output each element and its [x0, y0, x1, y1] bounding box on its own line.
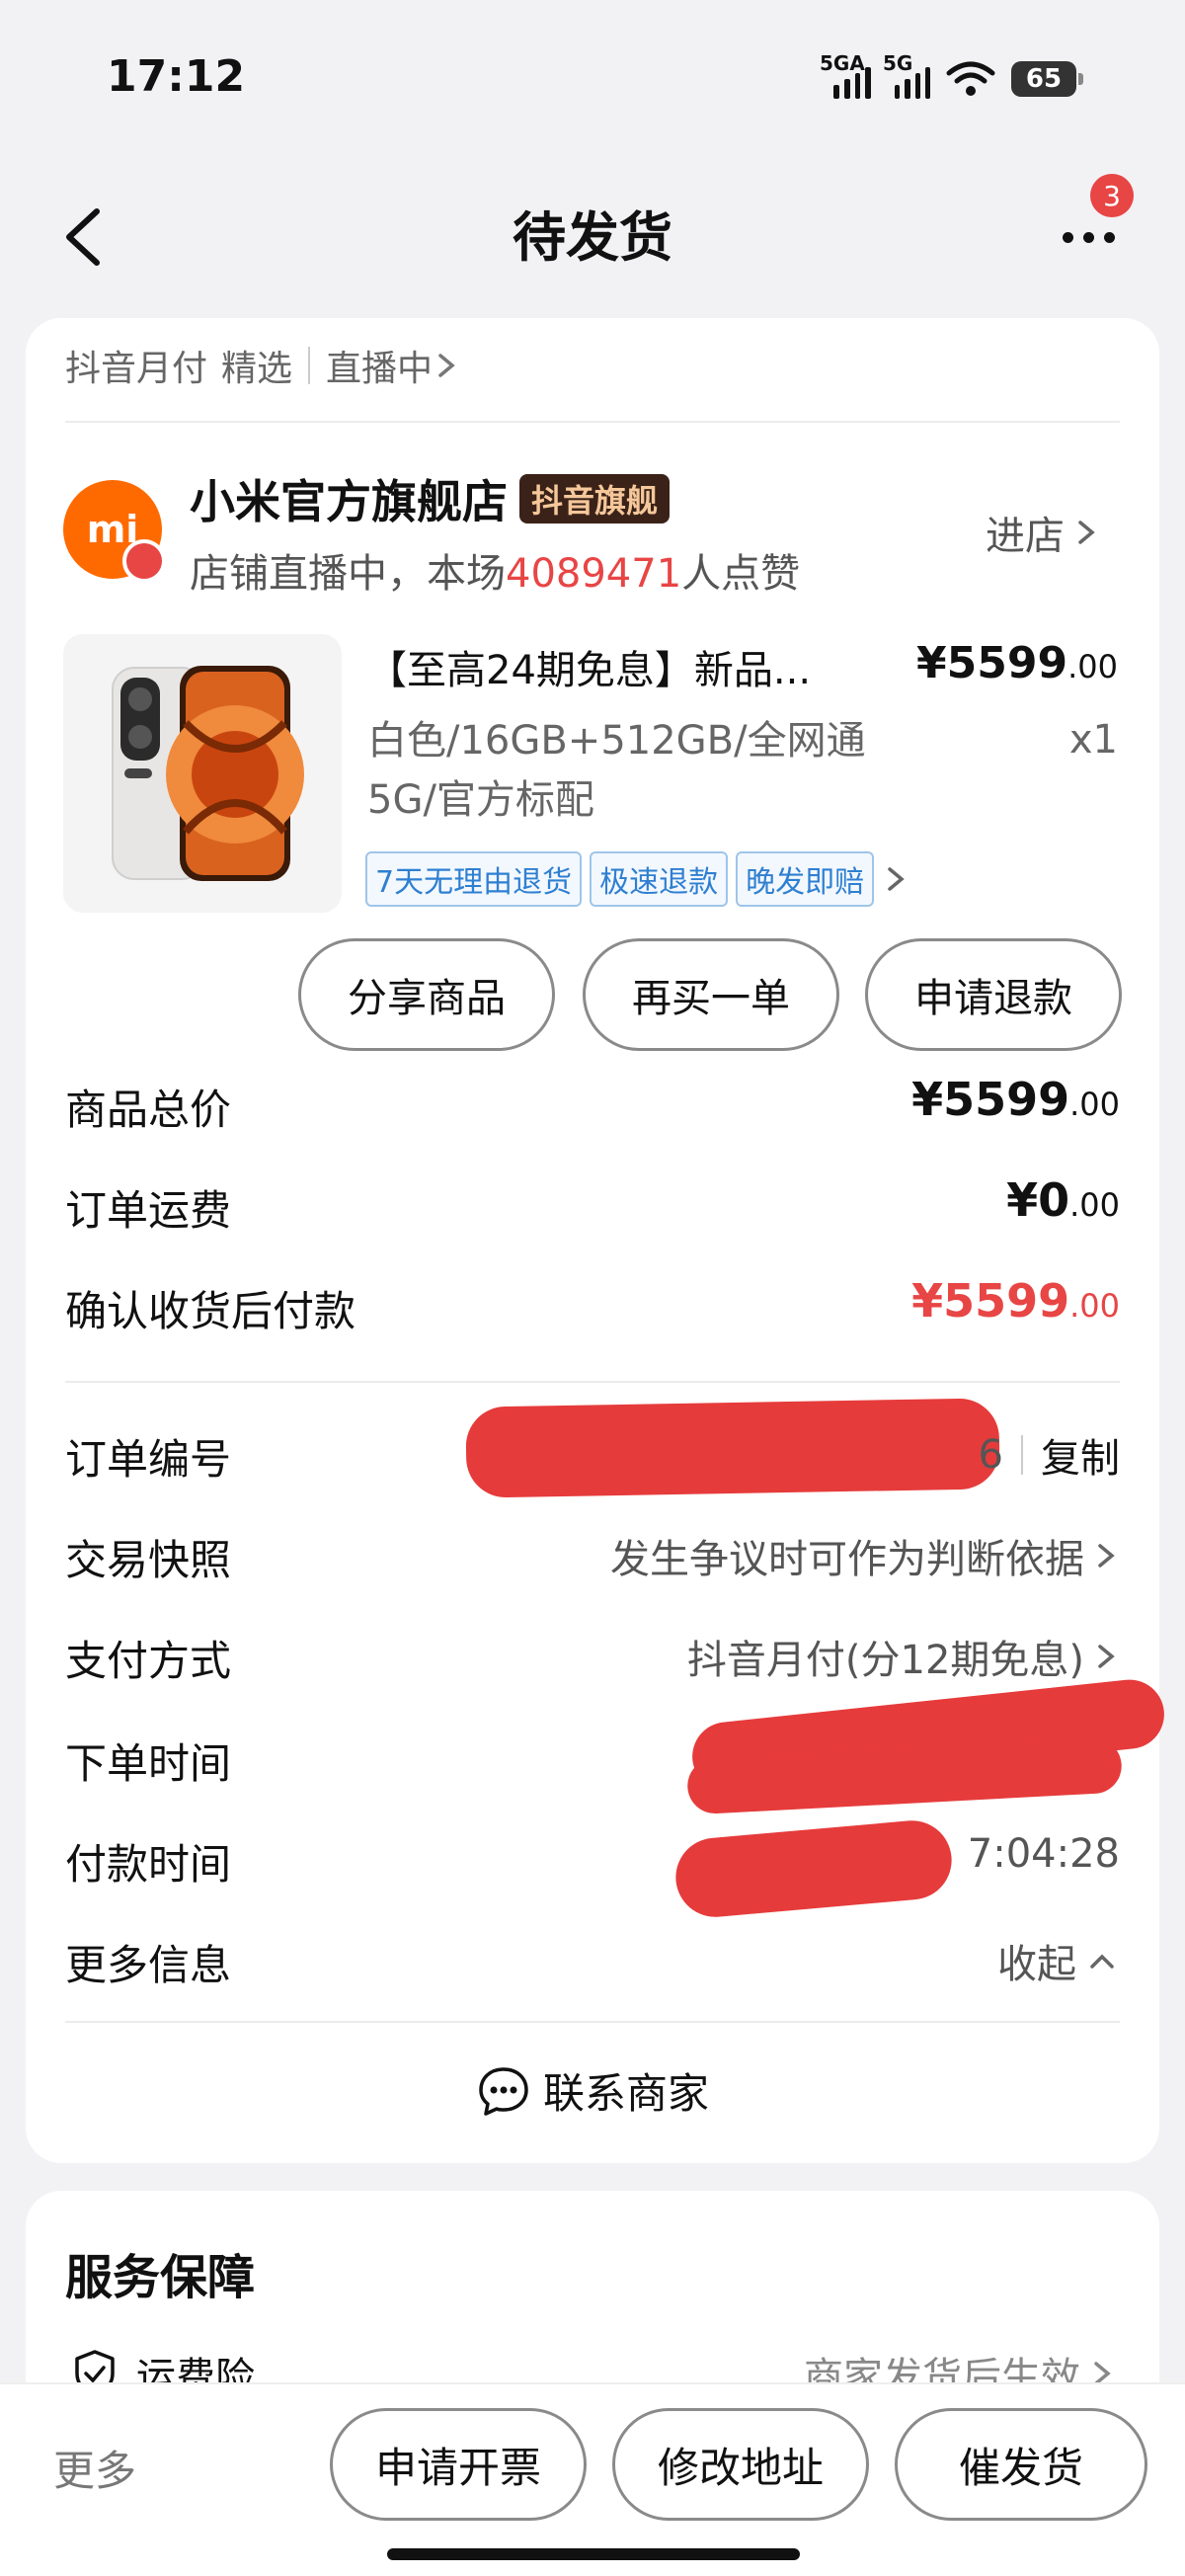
- pay-on-receipt-int: ¥5599: [911, 1274, 1070, 1328]
- service-tag: 晚发即赔: [736, 851, 875, 907]
- total-price-value: ¥5599.00: [911, 1073, 1120, 1126]
- divider: [65, 421, 1120, 423]
- store-badge: 抖音旗舰: [519, 474, 671, 523]
- divider: [1021, 1435, 1023, 1475]
- home-indicator[interactable]: [387, 2548, 800, 2560]
- product-title[interactable]: 【至高24期免息】新品...: [367, 638, 861, 695]
- payment-time-label: 付款时间: [65, 1840, 232, 1889]
- change-address-button[interactable]: 修改地址: [612, 2408, 869, 2521]
- signal-5g-icon: 5G: [883, 51, 930, 99]
- total-price-amount: ¥5599.00: [911, 1073, 1120, 1126]
- chevron-right-icon: [1098, 1645, 1115, 1668]
- like-count: 4089471: [506, 551, 682, 597]
- contact-merchant-label: 联系商家: [542, 2069, 709, 2118]
- product-quantity: x1: [1068, 717, 1118, 763]
- pay-on-receipt-amount: ¥5599.00: [911, 1274, 1120, 1328]
- pay-on-receipt-label: 确认收货后付款: [65, 1287, 356, 1335]
- chat-bubble-icon: [479, 2066, 528, 2116]
- redaction-mark: [465, 1398, 1000, 1498]
- product-image[interactable]: [63, 634, 342, 913]
- payment-method-label: 支付方式: [65, 1637, 232, 1685]
- chevron-right-icon: [1078, 521, 1095, 544]
- phone-image: [63, 634, 342, 913]
- service-tag: 极速退款: [590, 851, 729, 907]
- network-type-label-2: 5G: [883, 51, 913, 75]
- shipping-fee-dec: .00: [1069, 1186, 1120, 1224]
- store-live-text: 店铺直播中，本场: [190, 551, 506, 597]
- trade-snapshot-label: 交易快照: [65, 1536, 232, 1584]
- service-guarantee-title: 服务保障: [65, 2250, 256, 2305]
- contact-merchant-button[interactable]: 联系商家: [0, 2060, 1185, 2121]
- urge-shipping-button[interactable]: 催发货: [895, 2408, 1147, 2521]
- wifi-icon: [946, 61, 995, 96]
- share-product-button[interactable]: 分享商品: [298, 938, 555, 1051]
- order-number-tail: 6: [978, 1432, 1003, 1478]
- pay-on-receipt-value: ¥5599.00: [911, 1274, 1120, 1328]
- chevron-up-icon: [1090, 1954, 1114, 1969]
- order-number-row: 6 复制: [979, 1426, 1120, 1484]
- trade-snapshot-link[interactable]: 发生争议时可作为判断依据: [610, 1527, 1120, 1584]
- divider: [308, 347, 311, 384]
- chevron-right-icon: [1098, 1544, 1115, 1568]
- chevron-right-icon: [438, 354, 455, 377]
- store-logo[interactable]: mi: [63, 480, 166, 583]
- product-price-int: ¥5599: [916, 638, 1068, 688]
- payment-time-tail: 7:04:28: [967, 1831, 1120, 1877]
- signal-5ga-icon: 5GA: [820, 51, 871, 99]
- collapse-toggle[interactable]: 收起: [997, 1932, 1120, 1989]
- total-price-label: 商品总价: [65, 1086, 232, 1134]
- dot-icon: [1082, 231, 1094, 243]
- product-price-dec: .00: [1067, 648, 1118, 685]
- payment-method-value: 抖音月付(分12期免息): [686, 1638, 1084, 1683]
- live-indicator-icon: [122, 539, 166, 583]
- more-info-label: 更多信息: [65, 1941, 232, 1989]
- service-tags[interactable]: 7天无理由退货 极速退款 晚发即赔: [365, 851, 909, 907]
- copy-button[interactable]: 复制: [1041, 1426, 1120, 1484]
- total-price-dec: .00: [1069, 1086, 1120, 1123]
- store-live-info: 店铺直播中，本场4089471人点赞: [190, 541, 800, 599]
- service-tag: 7天无理由退货: [365, 851, 583, 907]
- more-actions-link[interactable]: 更多: [53, 2438, 136, 2498]
- live-source-row[interactable]: 抖音月付 精选 直播中: [65, 340, 460, 391]
- request-refund-button[interactable]: 申请退款: [865, 938, 1122, 1051]
- trade-snapshot-value: 发生争议时可作为判断依据: [610, 1537, 1084, 1582]
- dot-icon: [1062, 231, 1073, 243]
- chevron-right-icon: [888, 867, 905, 891]
- total-price-int: ¥5599: [911, 1073, 1070, 1126]
- notification-badge: 3: [1090, 174, 1134, 217]
- page-title: 待发货: [513, 206, 672, 269]
- product-price: ¥5599.00: [916, 638, 1118, 688]
- product-spec: 白色/16GB+512GB/全网通5G/官方标配: [367, 718, 866, 823]
- store-live-suffix: 人点赞: [681, 551, 801, 597]
- buy-again-button[interactable]: 再买一单: [583, 938, 839, 1051]
- live-tag: 直播中: [326, 349, 434, 389]
- battery-icon: 65: [1011, 61, 1083, 97]
- store-name: 小米官方旗舰店: [190, 475, 508, 528]
- divider: [65, 2021, 1120, 2023]
- enter-store-label: 进店: [986, 514, 1065, 559]
- shipping-fee-value: ¥0.00: [1006, 1173, 1120, 1227]
- store-name-row[interactable]: 小米官方旗舰店 抖音旗舰: [190, 466, 671, 531]
- divider: [65, 1381, 1120, 1383]
- dot-icon: [1103, 231, 1115, 243]
- pay-method-tag: 抖音月付: [65, 349, 208, 389]
- payment-time-value: 7:04:28: [968, 1831, 1120, 1877]
- payment-method-link[interactable]: 抖音月付(分12期免息): [687, 1628, 1120, 1685]
- shipping-fee-amount: ¥0.00: [1006, 1173, 1120, 1227]
- order-number-label: 订单编号: [65, 1435, 232, 1484]
- order-time-label: 下单时间: [65, 1739, 232, 1788]
- shipping-fee-int: ¥0: [1006, 1173, 1070, 1227]
- featured-tag: 精选: [221, 349, 293, 389]
- status-icons: 5GA 5G 65: [820, 51, 1083, 107]
- shipping-fee-label: 订单运费: [65, 1186, 232, 1235]
- request-invoice-button[interactable]: 申请开票: [330, 2408, 587, 2521]
- pay-on-receipt-dec: .00: [1069, 1287, 1120, 1325]
- network-type-label: 5GA: [820, 51, 865, 75]
- collapse-label: 收起: [997, 1942, 1076, 1987]
- enter-store-link[interactable]: 进店: [986, 504, 1100, 561]
- status-time: 17:12: [107, 51, 246, 102]
